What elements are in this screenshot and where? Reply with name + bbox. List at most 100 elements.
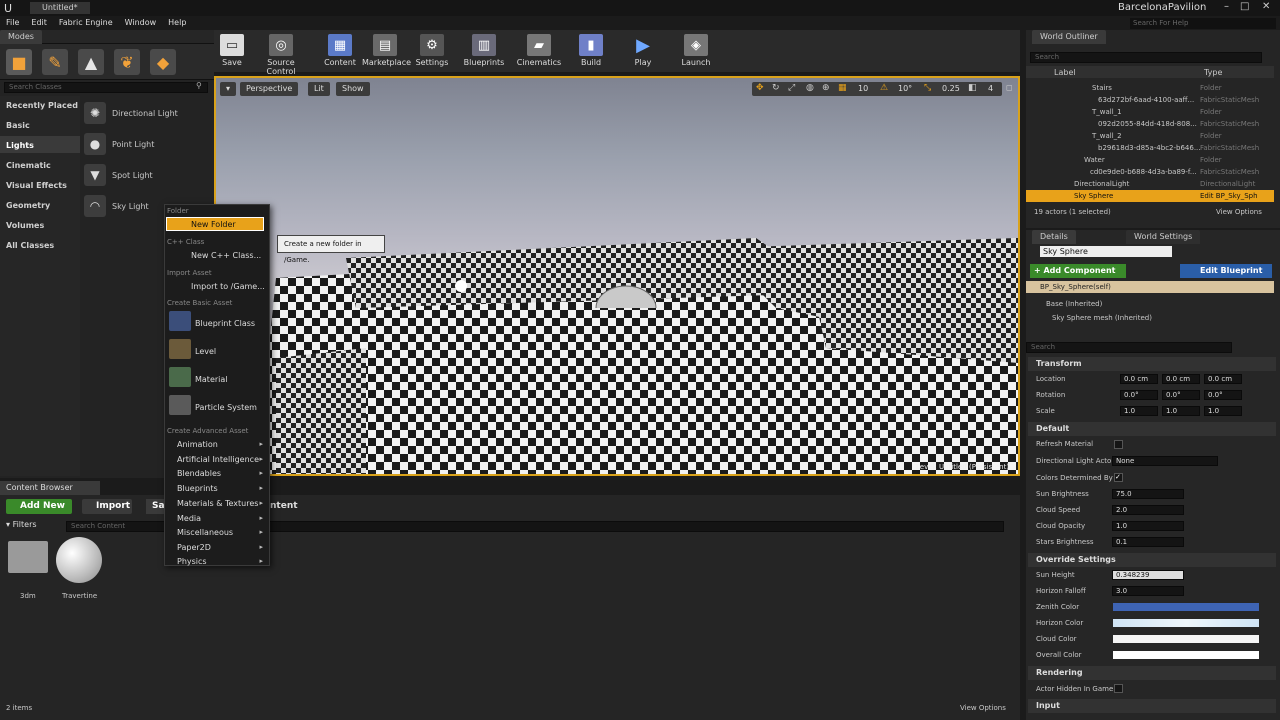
show-button[interactable]: Show <box>336 82 370 96</box>
category-recently-placed[interactable]: Recently Placed <box>6 101 78 110</box>
grid-snap-icon[interactable]: ▦ <box>838 83 847 93</box>
new-cpp-class-item[interactable]: New C++ Class... <box>191 251 261 260</box>
sun-brightness-field[interactable]: 75.0 <box>1112 489 1184 499</box>
outliner-row[interactable]: cd0e9de0-b688-4d3a-ba89-f... FabricStatic… <box>1026 166 1274 178</box>
cloud-speed-field[interactable]: 2.0 <box>1112 505 1184 515</box>
outliner-row[interactable]: T_wall_2 Folder <box>1026 130 1274 142</box>
category-visual-effects[interactable]: Visual Effects <box>6 181 67 190</box>
section-default[interactable]: Default <box>1028 422 1276 436</box>
travertine-material[interactable] <box>56 537 102 583</box>
stars-brightness-field[interactable]: 0.1 <box>1112 537 1184 547</box>
cloud-opacity-field[interactable]: 1.0 <box>1112 521 1184 531</box>
location-z[interactable]: 0.0 cm <box>1204 374 1242 384</box>
cinematics-button[interactable]: ▰ Cinematics <box>516 32 562 72</box>
actor-name-field[interactable]: Sky Sphere <box>1040 246 1172 257</box>
section-transform[interactable]: Transform <box>1028 357 1276 371</box>
actor-hidden-checkbox[interactable] <box>1114 684 1123 693</box>
physics-item[interactable]: Physics <box>177 557 207 566</box>
camera-speed-value[interactable]: 4 <box>988 84 993 93</box>
scale-x[interactable]: 1.0 <box>1120 406 1158 416</box>
scale-y[interactable]: 1.0 <box>1162 406 1200 416</box>
edit-blueprint-button[interactable]: Edit Blueprint <box>1180 264 1272 278</box>
add-component-button[interactable]: + Add Component <box>1030 264 1126 278</box>
tab-world-outliner[interactable]: World Outliner <box>1032 30 1106 44</box>
tab-content-browser[interactable]: Content Browser <box>0 481 100 495</box>
materials-textures-item[interactable]: Materials & Textures <box>177 499 258 508</box>
category-volumes[interactable]: Volumes <box>6 221 44 230</box>
scale-z[interactable]: 1.0 <box>1204 406 1242 416</box>
outliner-row[interactable]: DirectionalLight DirectionalLight <box>1026 178 1274 190</box>
content-view-options[interactable]: View Options <box>960 704 1006 712</box>
save-all-button[interactable]: Sa <box>146 499 166 514</box>
content-path[interactable]: ntent <box>270 501 298 511</box>
overall-color-swatch[interactable] <box>1113 651 1259 659</box>
level-item[interactable]: Level <box>195 347 216 356</box>
build-button[interactable]: ▮ Build <box>576 32 606 72</box>
ai-item[interactable]: Artificial Intelligence <box>177 455 259 464</box>
blendables-item[interactable]: Blendables <box>177 469 221 478</box>
category-all-classes[interactable]: All Classes <box>6 241 54 250</box>
details-search-input[interactable]: Search <box>1026 342 1232 353</box>
outliner-view-options[interactable]: View Options <box>1216 208 1262 216</box>
menu-file[interactable]: File <box>0 16 25 30</box>
play-button[interactable]: ▶ Play <box>628 32 658 72</box>
menu-fabric-engine[interactable]: Fabric Engine <box>53 16 119 30</box>
outliner-row[interactable]: 092d2055-84dd-418d-808... FabricStaticMes… <box>1026 118 1274 130</box>
refresh-material-checkbox[interactable] <box>1114 440 1123 449</box>
import-to-game-item[interactable]: Import to /Game... <box>191 282 265 291</box>
marketplace-button[interactable]: ▤ Marketplace <box>362 32 411 72</box>
settings-button[interactable]: ⚙ Settings <box>414 32 450 72</box>
category-lights[interactable]: Lights <box>6 141 34 150</box>
section-override-settings[interactable]: Override Settings <box>1028 553 1276 567</box>
location-x[interactable]: 0.0 cm <box>1120 374 1158 384</box>
class-search-input[interactable]: Search Classes <box>4 82 208 93</box>
blueprints-item[interactable]: Blueprints <box>177 484 218 493</box>
category-basic[interactable]: Basic <box>6 121 30 130</box>
cloud-color-swatch[interactable] <box>1113 635 1259 643</box>
geometry-mode-icon[interactable]: ◆ <box>150 49 176 75</box>
location-y[interactable]: 0.0 cm <box>1162 374 1200 384</box>
zenith-color-swatch[interactable] <box>1113 603 1259 611</box>
rotate-icon[interactable]: ↻ <box>772 83 780 93</box>
source-control-button[interactable]: ◎ Source Control <box>252 32 310 76</box>
paint-mode-icon[interactable]: ✎ <box>42 49 68 75</box>
place-mode-icon[interactable]: ■ <box>6 49 32 75</box>
menu-edit[interactable]: Edit <box>25 16 53 30</box>
rotation-y[interactable]: 0.0° <box>1162 390 1200 400</box>
close-icon[interactable]: ✕ <box>1262 1 1270 12</box>
blueprints-button[interactable]: ▥ Blueprints <box>462 32 506 72</box>
translate-icon[interactable]: ✥ <box>756 83 764 93</box>
material-item[interactable]: Material <box>195 375 228 384</box>
outliner-row[interactable]: T_wall_1 Folder <box>1026 106 1274 118</box>
menu-window[interactable]: Window <box>119 16 163 30</box>
maximize-icon[interactable]: □ <box>1240 1 1249 12</box>
animation-item[interactable]: Animation <box>177 440 218 449</box>
foliage-mode-icon[interactable]: ❦ <box>114 49 140 75</box>
scale-snap-icon[interactable]: ⤡ <box>924 83 931 93</box>
viewport-options-button[interactable]: ▾ <box>220 82 237 96</box>
sky-sphere-mesh-component[interactable]: Sky Sphere mesh (Inherited) <box>1052 314 1152 322</box>
column-label[interactable]: Label <box>1054 68 1076 77</box>
camera-speed-icon[interactable]: ◧ <box>968 83 977 93</box>
colors-determined-checkbox[interactable]: ✓ <box>1114 473 1123 482</box>
base-component[interactable]: Base (Inherited) <box>1046 300 1102 308</box>
rotation-x[interactable]: 0.0° <box>1120 390 1158 400</box>
media-item[interactable]: Media <box>177 514 201 523</box>
folder-3dm[interactable] <box>8 541 48 573</box>
category-geometry[interactable]: Geometry <box>6 201 50 210</box>
menu-help[interactable]: Help <box>162 16 192 30</box>
directional-light-item[interactable]: ✺ Directional Light <box>84 99 210 127</box>
tab-modes[interactable]: Modes <box>0 30 42 44</box>
maximize-viewport-icon[interactable]: ◻ <box>1006 83 1013 92</box>
miscellaneous-item[interactable]: Miscellaneous <box>177 528 233 537</box>
section-rendering[interactable]: Rendering <box>1028 666 1276 680</box>
section-input[interactable]: Input <box>1028 699 1276 713</box>
import-button[interactable]: Import <box>82 499 132 514</box>
horizon-falloff-field[interactable]: 3.0 <box>1112 586 1184 596</box>
scale-snap-value[interactable]: 0.25 <box>942 84 960 93</box>
particle-system-item[interactable]: Particle System <box>195 403 257 412</box>
rotation-z[interactable]: 0.0° <box>1204 390 1242 400</box>
surface-snap-icon[interactable]: ⊕ <box>822 83 830 93</box>
filters-button[interactable]: ▾ Filters <box>6 520 37 529</box>
help-search-input[interactable]: Search For Help <box>1130 18 1276 29</box>
